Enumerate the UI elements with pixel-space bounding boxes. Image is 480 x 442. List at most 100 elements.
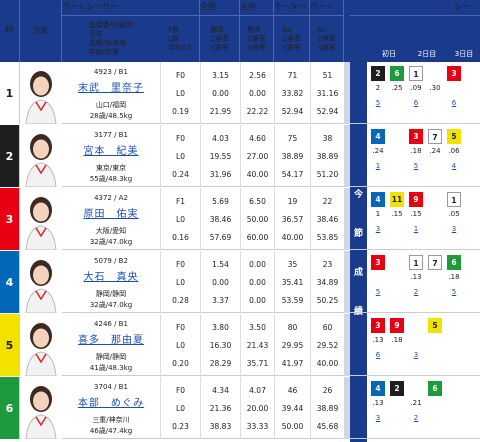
fl-stats: F0 L0 0.28	[160, 251, 200, 313]
racer-name[interactable]: 本部 めぐみ	[62, 394, 160, 409]
boat-stats-value: 38.46	[316, 214, 339, 224]
result-rank[interactable]: 5	[409, 159, 423, 174]
motor-stats: 46 39.44 50.00	[274, 377, 310, 439]
racer-age-weight: 46歳/47.4kg	[89, 427, 133, 435]
result-course: 11	[390, 192, 404, 207]
result-rank[interactable]: 6	[447, 96, 461, 111]
local-stats: 0.00 0.00 0.00	[240, 251, 274, 313]
boat-stats-value: 40.00	[316, 358, 339, 368]
result-st: .18	[391, 336, 403, 344]
divider	[344, 125, 350, 187]
racer-name[interactable]: 宮本 紀美	[62, 142, 160, 157]
result-st: .18	[448, 273, 460, 281]
result-rank[interactable]	[428, 222, 442, 237]
result-rank[interactable]: 3	[371, 411, 385, 426]
day-1-tab[interactable]: 初日	[372, 48, 406, 60]
result-st	[447, 333, 461, 348]
result-rank[interactable]: 1	[371, 159, 385, 174]
racer-photo[interactable]	[20, 251, 62, 313]
result-rank[interactable]	[390, 285, 404, 300]
result-rank[interactable]	[447, 411, 461, 426]
racer-id-class: 3177 / B1	[94, 131, 128, 139]
divider	[344, 188, 350, 250]
fl-stats-value: F0	[175, 259, 186, 269]
result-rank[interactable]: 1	[409, 222, 423, 237]
result-st: .13	[372, 336, 384, 344]
result-rank[interactable]: 4	[447, 159, 461, 174]
result-rank[interactable]	[390, 222, 404, 237]
racer-portrait	[25, 71, 57, 124]
motor-stats: 19 36.57 40.00	[274, 188, 310, 250]
racer-age-weight: 32歳/47.0kg	[89, 301, 133, 309]
result-line: .13 .18	[367, 270, 480, 285]
local-stats-value: 60.00	[246, 232, 269, 242]
header-photo: 写真	[20, 0, 62, 62]
racer-branch: 東京/東京	[95, 164, 127, 172]
day-3-tab[interactable]: 3日目	[448, 48, 480, 60]
fl-stats-value: 0.28	[172, 295, 189, 305]
motor-stats-value: 19	[287, 196, 298, 206]
racer-portrait	[25, 134, 57, 187]
local-stats: 2.56 0.00 22.22	[240, 62, 274, 124]
result-rank[interactable]	[428, 285, 442, 300]
motor-stats-value: 29.95	[281, 340, 304, 350]
result-st	[409, 333, 423, 348]
fl-stats-value: F0	[175, 70, 186, 80]
racer-branch: 静岡/静岡	[95, 353, 127, 361]
racer-photo[interactable]	[20, 314, 62, 376]
fl-stats-value: 0.19	[172, 106, 189, 116]
day-2-tab[interactable]: 2日目	[410, 48, 444, 60]
result-rank[interactable]	[428, 96, 442, 111]
result-rank[interactable]: 3	[409, 348, 423, 363]
racer-portrait	[25, 260, 57, 313]
result-rank[interactable]: 3	[371, 222, 385, 237]
racer-name[interactable]: 末武 里奈子	[62, 79, 160, 94]
result-rank[interactable]	[390, 159, 404, 174]
result-st	[390, 396, 404, 411]
result-rank[interactable]	[428, 411, 442, 426]
racer-photo[interactable]	[20, 377, 62, 439]
racer-photo[interactable]	[20, 125, 62, 187]
racer-name[interactable]: 喜多 那由夏	[62, 331, 160, 346]
local-stats-value: 0.00	[249, 88, 266, 98]
fl-stats-value: F0	[175, 322, 186, 332]
local-stats: 6.50 50.00 60.00	[240, 188, 274, 250]
boat-stats-value: 38.89	[316, 403, 339, 413]
result-rank[interactable]	[447, 348, 461, 363]
header-boat: ボート No 2連率 3連率	[310, 0, 344, 62]
result-st: 2	[375, 84, 381, 92]
result-rank[interactable]	[428, 159, 442, 174]
racer-photo[interactable]	[20, 188, 62, 250]
waku-number: 4	[0, 251, 20, 313]
racer-photo[interactable]	[20, 62, 62, 124]
waku-number: 3	[0, 188, 20, 250]
result-rank[interactable]: 3	[447, 222, 461, 237]
result-rank[interactable]: 5	[371, 285, 385, 300]
result-st	[428, 270, 442, 285]
racer-name[interactable]: 大石 真央	[62, 268, 160, 283]
result-rank[interactable]	[390, 411, 404, 426]
local-stats-value: 0.00	[249, 295, 266, 305]
racer-name[interactable]: 原田 佑実	[62, 205, 160, 220]
boat-stats-value: 53.85	[316, 232, 339, 242]
result-rank[interactable]: 2	[409, 285, 423, 300]
result-st: .18	[410, 147, 422, 155]
result-st: .30	[429, 84, 441, 92]
motor-stats-value: 35	[287, 259, 298, 269]
result-rank[interactable]: 5	[371, 96, 385, 111]
result-rank[interactable]	[428, 348, 442, 363]
result-st: .25	[391, 84, 403, 92]
result-rank[interactable]: 5	[447, 285, 461, 300]
national-stats: 5.69 38.46 57.69	[200, 188, 240, 250]
result-rank[interactable]: 6	[371, 348, 385, 363]
local-stats-value: 27.00	[246, 151, 269, 161]
result-rank[interactable]: 6	[409, 96, 423, 111]
result-course: 6	[390, 66, 404, 81]
result-rank[interactable]: 2	[409, 411, 423, 426]
series-results: 4 2 6.13.21 3 2	[367, 377, 480, 439]
result-rank[interactable]	[390, 348, 404, 363]
fl-stats-value: L0	[176, 151, 185, 161]
result-rank[interactable]	[390, 96, 404, 111]
result-line: 4 375	[367, 129, 480, 144]
racer-row: 2 3177 / B1 宮本 紀美 東京/東京 55歳/48.3kg F0 L0 0.24 4.…	[0, 125, 480, 187]
